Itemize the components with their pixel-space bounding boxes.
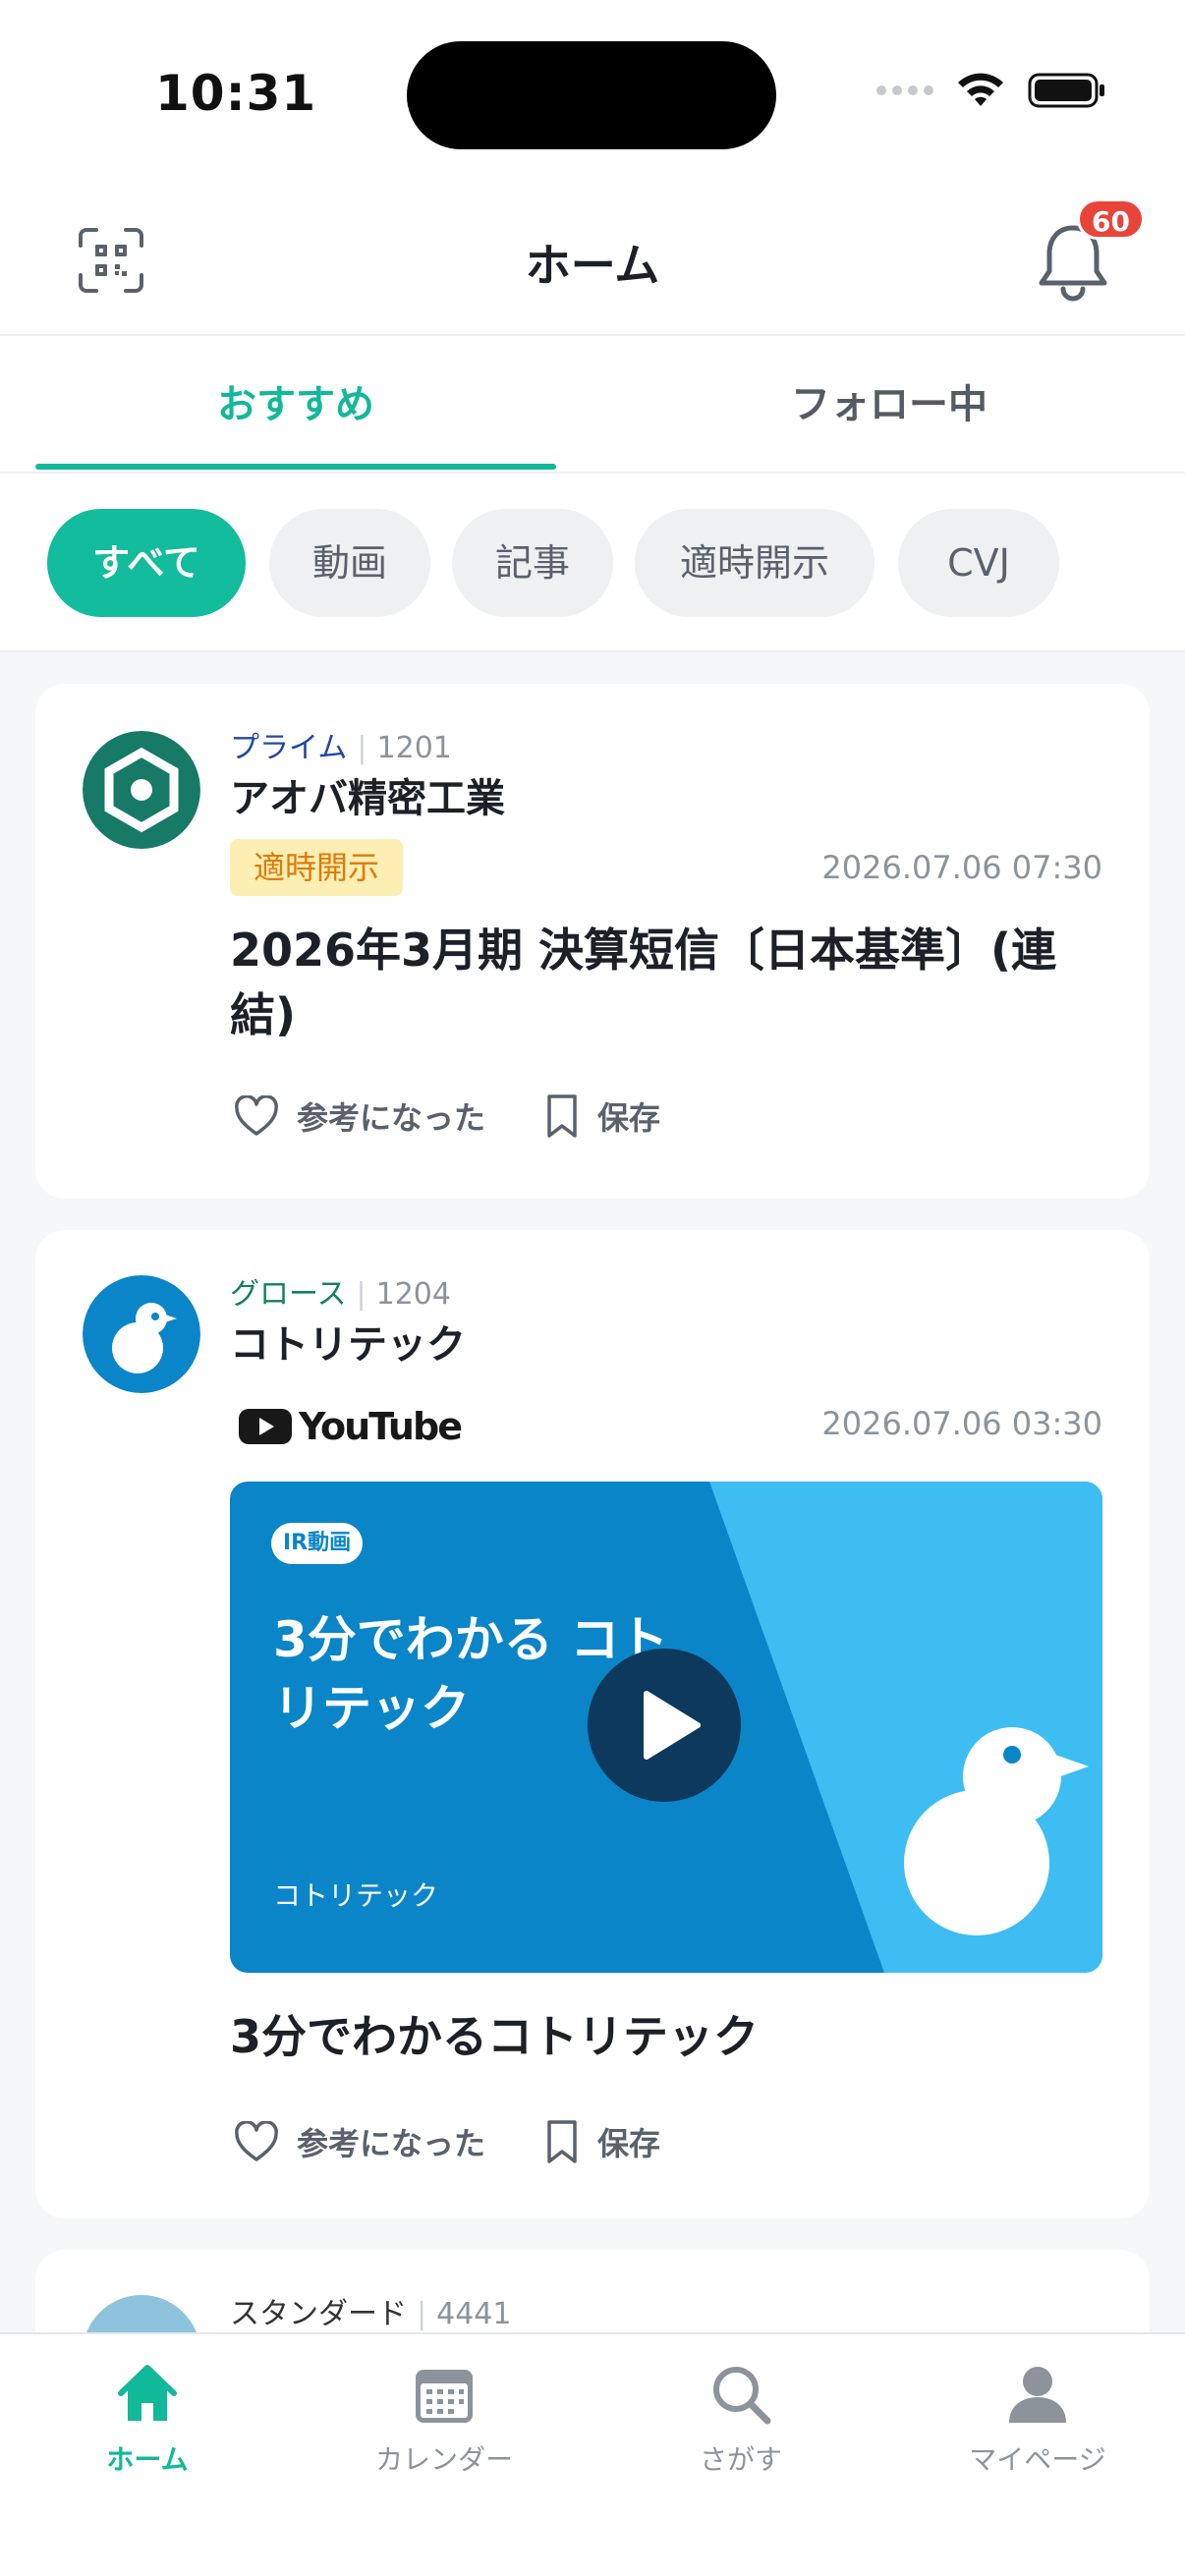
app-header: ホーム 60	[0, 187, 1185, 336]
company-logo-aoba	[83, 731, 200, 849]
nav-item-calendar[interactable]: カレンダー	[297, 2360, 592, 2478]
market-label: スタンダード	[230, 2297, 407, 2331]
youtube-wordmark: YouTube	[299, 1405, 463, 1448]
youtube-logo: YouTube	[238, 1405, 463, 1448]
save-label: 保存	[597, 2125, 661, 2162]
market-label: プライム	[230, 731, 348, 765]
like-label: 参考になった	[297, 1099, 486, 1137]
filter-chip-disclosure[interactable]: 適時開示	[635, 509, 875, 617]
post-actions: 参考になった 保存	[234, 1092, 660, 1140]
battery-icon	[1028, 73, 1104, 108]
save-label: 保存	[597, 1099, 661, 1137]
status-bar: 10:31	[0, 0, 1185, 187]
notification-badge: 60	[1077, 198, 1145, 240]
like-label: 参考になった	[297, 2125, 486, 2162]
filter-chips: すべて 動画 記事 適時開示 CVJ	[0, 474, 1185, 652]
filter-chip-cvj[interactable]: CVJ	[898, 509, 1059, 617]
wifi-icon	[958, 73, 1003, 106]
search-icon	[713, 2367, 771, 2425]
market-label: グロース	[230, 1277, 347, 1312]
dynamic-island	[407, 41, 776, 149]
stock-code: 4441	[436, 2297, 512, 2331]
company-name[interactable]: コトリテック	[230, 1313, 466, 1370]
signal-icon	[876, 85, 933, 95]
post-actions: 参考になった 保存	[234, 2118, 660, 2165]
nav-item-mypage[interactable]: マイページ	[890, 2360, 1185, 2478]
like-button[interactable]: 参考になった	[234, 2119, 485, 2164]
nav-item-home[interactable]: ホーム	[0, 2360, 295, 2478]
status-icons	[876, 71, 1106, 110]
tab-following[interactable]: フォロー中	[629, 336, 1150, 474]
calendar-icon	[416, 2370, 473, 2423]
content-type-tag: 適時開示	[230, 839, 404, 896]
nav-label: マイページ	[969, 2443, 1106, 2476]
play-icon[interactable]	[588, 1649, 741, 1802]
tab-recommend[interactable]: おすすめ	[35, 336, 556, 474]
market-line: グロース | 1204	[230, 1277, 451, 1312]
nav-label: ホーム	[106, 2443, 189, 2476]
heart-icon	[235, 1095, 278, 1136]
post-title[interactable]: 2026年3月期 決算短信〔日本基準〕(連結)	[230, 918, 1095, 1047]
youtube-play-icon	[239, 1409, 292, 1444]
video-thumbnail[interactable]: IR動画 3分でわかる コトリテック コトリテック	[230, 1482, 1102, 1973]
page-title: ホーム	[525, 239, 660, 292]
home-icon	[118, 2365, 177, 2421]
status-time: 10:31	[155, 65, 317, 122]
bottom-nav: ホーム カレンダー さがす マイページ	[0, 2332, 1185, 2576]
feed-card[interactable]: グロース | 1204 コトリテック YouTube 2026.07.06 03:3…	[35, 1230, 1150, 2218]
market-line: スタンダード | 4441	[230, 2297, 512, 2331]
company-name[interactable]: アオバ精密工業	[230, 766, 505, 823]
heart-icon	[235, 2121, 278, 2161]
save-button[interactable]: 保存	[544, 2118, 660, 2165]
video-tag: IR動画	[271, 1523, 364, 1564]
filter-chip-all[interactable]: すべて	[47, 509, 246, 617]
filter-chip-video[interactable]: 動画	[269, 509, 430, 617]
nav-label: さがす	[699, 2443, 782, 2476]
tab-active-indicator	[35, 464, 556, 470]
market-line: プライム | 1201	[230, 731, 452, 765]
video-brand: コトリテック	[273, 1879, 439, 1912]
nav-label: カレンダー	[374, 2443, 513, 2476]
person-icon	[1009, 2367, 1066, 2423]
nav-item-search[interactable]: さがす	[593, 2360, 888, 2478]
post-date: 2026.07.06 07:30	[821, 849, 1102, 886]
filter-chip-article[interactable]: 記事	[452, 509, 613, 617]
feed-card[interactable]: プライム | 1201 アオバ精密工業 適時開示 2026.07.06 07:30 …	[35, 684, 1150, 1199]
post-title[interactable]: 3分でわかるコトリテック	[230, 2004, 1095, 2069]
stock-code: 1201	[376, 731, 452, 765]
stock-code: 1204	[375, 1277, 451, 1312]
like-button[interactable]: 参考になった	[234, 1093, 485, 1139]
bookmark-icon	[547, 1094, 577, 1138]
feed-tabs: おすすめ フォロー中	[0, 336, 1185, 474]
post-date: 2026.07.06 03:30	[821, 1405, 1102, 1442]
save-button[interactable]: 保存	[544, 1092, 660, 1140]
company-logo-kotoritec	[83, 1275, 200, 1393]
bookmark-icon	[547, 2120, 577, 2163]
